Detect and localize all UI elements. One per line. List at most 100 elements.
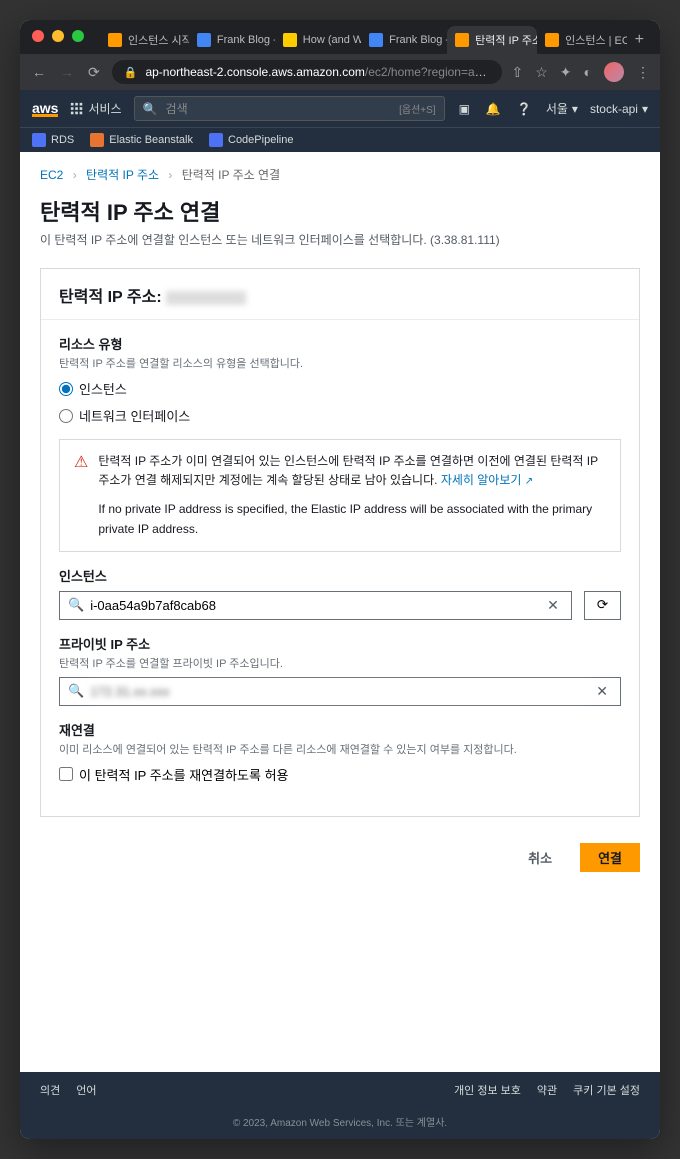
field-label: 재연결: [59, 720, 621, 739]
address-bar: ← → ⟳ 🔒 ap-northeast-2.console.aws.amazo…: [20, 54, 660, 90]
aws-logo[interactable]: aws: [32, 100, 58, 117]
breadcrumb-current: 탄력적 IP 주소 연결: [182, 168, 280, 182]
chevron-down-icon: ▾: [572, 102, 578, 116]
extensions-icon[interactable]: ✦: [560, 64, 572, 81]
minimize-window-button[interactable]: [52, 30, 64, 42]
search-icon: 🔍: [143, 102, 158, 116]
refresh-button[interactable]: ⟳: [584, 591, 621, 620]
page-header: 탄력적 IP 주소 연결 이 탄력적 IP 주소에 연결할 인스턴스 또는 네트…: [20, 191, 660, 254]
lock-icon: 🔒: [124, 66, 138, 79]
instance-input-wrap[interactable]: 🔍 ✕: [59, 591, 572, 620]
alert-content: 탄력적 IP 주소가 이미 연결되어 있는 인스턴스에 탄력적 IP 주소를 연…: [98, 452, 606, 539]
private-ip-input[interactable]: [88, 682, 592, 701]
maximize-window-button[interactable]: [72, 30, 84, 42]
private-ip-input-wrap[interactable]: 🔍 ✕: [59, 677, 621, 706]
aws-top-nav: aws 서비스 🔍 검색 [옵션+S] ▣ 🔔 ❔ 서울▾ stock-api▾: [20, 90, 660, 127]
warning-icon: ⚠: [74, 452, 88, 539]
aws-favorites-bar: RDS Elastic Beanstalk CodePipeline: [20, 127, 660, 152]
account-selector[interactable]: stock-api▾: [590, 102, 648, 116]
help-icon[interactable]: ❔: [515, 100, 534, 118]
profile-avatar[interactable]: [604, 62, 624, 82]
cloudshell-icon[interactable]: ▣: [457, 100, 472, 118]
breadcrumb-link[interactable]: EC2: [40, 168, 63, 182]
browser-tab[interactable]: Frank Blog -×: [361, 27, 447, 53]
back-button[interactable]: ←: [30, 62, 48, 82]
resource-type-field: 리소스 유형 탄력적 IP 주소를 연결할 리소스의 유형을 선택합니다. 인스…: [59, 334, 621, 425]
radio-instance[interactable]: 인스턴스: [59, 379, 621, 398]
instance-field: 인스턴스 🔍 ✕ ⟳: [59, 566, 621, 620]
field-label: 프라이빗 IP 주소: [59, 634, 621, 653]
refresh-icon: ⟳: [597, 597, 608, 613]
favorite-service[interactable]: RDS: [32, 133, 74, 147]
copyright-text: © 2023, Amazon Web Services, Inc. 또는 계열사…: [20, 1108, 660, 1139]
search-shortcut-hint: [옵션+S]: [399, 101, 435, 116]
page-content: EC2 › 탄력적 IP 주소 › 탄력적 IP 주소 연결 탄력적 IP 주소…: [20, 152, 660, 892]
field-label: 인스턴스: [59, 566, 621, 585]
field-hint: 이미 리소스에 연결되어 있는 탄력적 IP 주소를 다른 리소스에 재연결할 …: [59, 741, 621, 757]
browser-tab[interactable]: How (and W×: [275, 27, 361, 53]
privacy-link[interactable]: 개인 정보 보호: [454, 1082, 521, 1098]
panel-body: 리소스 유형 탄력적 IP 주소를 연결할 리소스의 유형을 선택합니다. 인스…: [41, 320, 639, 816]
chevron-right-icon: ›: [73, 168, 77, 182]
private-ip-field: 프라이빗 IP 주소 탄력적 IP 주소를 연결할 프라이빗 IP 주소입니다.…: [59, 634, 621, 706]
breadcrumb-link[interactable]: 탄력적 IP 주소: [86, 168, 159, 182]
external-link-icon: ↗: [525, 476, 533, 487]
radio-input[interactable]: [59, 409, 73, 423]
clear-input-icon[interactable]: ✕: [543, 597, 563, 614]
share-icon[interactable]: ⇧: [512, 64, 524, 81]
notifications-icon[interactable]: 🔔: [484, 100, 503, 118]
language-link[interactable]: 언어: [76, 1082, 96, 1098]
page-title: 탄력적 IP 주소 연결: [40, 195, 640, 227]
region-selector[interactable]: 서울▾: [546, 100, 578, 117]
url-text: ap-northeast-2.console.aws.amazon.com/ec…: [145, 65, 489, 79]
associate-button[interactable]: 연결: [580, 843, 640, 872]
aws-footer: 의견 언어 개인 정보 보호 약관 쿠키 기본 설정: [20, 1072, 660, 1108]
browser-tab[interactable]: Frank Blog -×: [189, 27, 275, 53]
cancel-button[interactable]: 취소: [510, 843, 570, 872]
close-window-button[interactable]: [32, 30, 44, 42]
browser-tabs: 인스턴스 시작× Frank Blog -× How (and W× Frank…: [20, 26, 660, 54]
feedback-link[interactable]: 의견: [40, 1082, 60, 1098]
reassociate-checkbox[interactable]: [59, 767, 73, 781]
browser-tab[interactable]: 인스턴스 | EC×: [537, 26, 627, 54]
chevron-right-icon: ›: [168, 168, 172, 182]
services-menu[interactable]: 서비스: [70, 100, 121, 117]
favorite-service[interactable]: Elastic Beanstalk: [90, 133, 193, 147]
aws-search-input[interactable]: 🔍 검색 [옵션+S]: [134, 96, 445, 121]
browser-chrome: 인스턴스 시작× Frank Blog -× How (and W× Frank…: [20, 20, 660, 90]
field-hint: 탄력적 IP 주소를 연결할 프라이빗 IP 주소입니다.: [59, 655, 621, 671]
form-actions: 취소 연결: [20, 831, 660, 892]
reassociate-checkbox-row[interactable]: 이 탄력적 IP 주소를 재연결하도록 허용: [59, 765, 621, 784]
field-label: 리소스 유형: [59, 334, 621, 353]
search-icon: 🔍: [68, 683, 84, 699]
chrome-actions: ⇧ ☆ ✦ ◐ ⋮: [512, 62, 651, 82]
instance-input[interactable]: [88, 596, 543, 615]
reassociate-field: 재연결 이미 리소스에 연결되어 있는 탄력적 IP 주소를 다른 리소스에 재…: [59, 720, 621, 784]
learn-more-link[interactable]: 자세히 알아보기 ↗: [441, 473, 533, 487]
menu-icon[interactable]: ⋮: [636, 64, 650, 81]
browser-tab-active[interactable]: 탄력적 IP 주소×: [447, 26, 537, 54]
warning-alert: ⚠ 탄력적 IP 주소가 이미 연결되어 있는 인스턴스에 탄력적 IP 주소를…: [59, 439, 621, 552]
browser-window: 인스턴스 시작× Frank Blog -× How (and W× Frank…: [20, 20, 660, 1139]
bookmark-icon[interactable]: ☆: [535, 64, 548, 81]
url-input[interactable]: 🔒 ap-northeast-2.console.aws.amazon.com/…: [112, 60, 502, 84]
grid-icon: [70, 102, 84, 116]
form-panel: 탄력적 IP 주소: 리소스 유형 탄력적 IP 주소를 연결할 리소스의 유형…: [40, 268, 640, 817]
extension-icon[interactable]: ◐: [584, 64, 592, 80]
radio-network-interface[interactable]: 네트워크 인터페이스: [59, 406, 621, 425]
radio-input[interactable]: [59, 382, 73, 396]
breadcrumb: EC2 › 탄력적 IP 주소 › 탄력적 IP 주소 연결: [20, 152, 660, 191]
reload-button[interactable]: ⟳: [86, 62, 102, 83]
elastic-ip-value: [166, 291, 246, 305]
chevron-down-icon: ▾: [642, 102, 648, 116]
favorite-service[interactable]: CodePipeline: [209, 133, 293, 147]
clear-input-icon[interactable]: ✕: [592, 683, 612, 700]
page-description: 이 탄력적 IP 주소에 연결할 인스턴스 또는 네트워크 인터페이스를 선택합…: [40, 231, 640, 248]
browser-tab[interactable]: 인스턴스 시작×: [100, 26, 189, 54]
search-icon: 🔍: [68, 597, 84, 613]
cookies-link[interactable]: 쿠키 기본 설정: [573, 1082, 640, 1098]
panel-header: 탄력적 IP 주소:: [41, 269, 639, 320]
terms-link[interactable]: 약관: [537, 1082, 557, 1098]
forward-button[interactable]: →: [58, 62, 76, 82]
new-tab-button[interactable]: +: [627, 27, 652, 53]
